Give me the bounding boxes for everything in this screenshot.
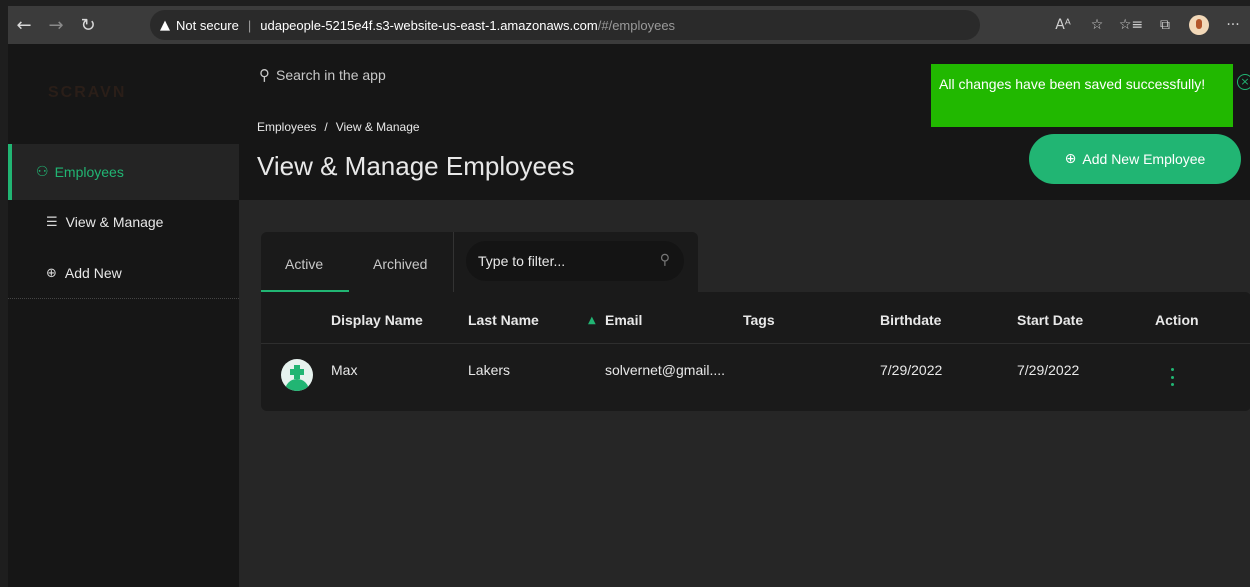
sidebar: SCRAVN ⚇ Employees ☰ View & Manage ⊕ Add… — [8, 44, 239, 587]
column-header-start-date[interactable]: Start Date — [1017, 312, 1083, 328]
cell-last-name: Lakers — [468, 362, 511, 378]
favorite-icon[interactable]: ☆ — [1080, 6, 1114, 44]
tab-divider — [453, 232, 454, 292]
cell-start-date: 7/29/2022 — [1017, 362, 1080, 378]
tab-archived[interactable]: Archived — [373, 256, 427, 272]
add-button-label: Add New Employee — [1082, 151, 1206, 167]
search-icon: ⚲ — [659, 252, 670, 268]
toast-message: All changes have been saved successfully… — [939, 76, 1206, 92]
page-header: ⚲ Search in the app Employees / View & Man… — [239, 44, 1250, 200]
column-header-email[interactable]: Email — [605, 312, 642, 328]
warning-icon: ▲ — [160, 17, 170, 33]
sidebar-item-employees[interactable]: ⚇ Employees — [8, 144, 239, 200]
read-aloud-icon[interactable]: Aᴬ — [1046, 6, 1080, 44]
cell-email: solvernet@gmail.... — [605, 362, 726, 378]
favorites-icon[interactable]: ☆≡ — [1114, 6, 1148, 44]
user-icon: ⚇ — [36, 164, 49, 180]
sidebar-item-add-new[interactable]: ⊕ Add New — [46, 265, 122, 281]
avatar — [1189, 15, 1209, 35]
header-divider — [261, 343, 1250, 344]
url-path: /#/employees — [597, 17, 676, 33]
back-icon[interactable]: ← — [8, 9, 40, 41]
column-header-tags[interactable]: Tags — [743, 312, 775, 328]
tabs-bar: Active Archived Type to filter... ⚲ — [261, 232, 698, 292]
page-title: View & Manage Employees — [257, 151, 575, 181]
sidebar-item-view-manage[interactable]: ☰ View & Manage — [46, 214, 163, 230]
breadcrumb-separator: / — [324, 120, 328, 134]
breadcrumb-employees[interactable]: Employees — [257, 120, 316, 134]
avatar — [281, 359, 313, 391]
sidebar-item-label: Add New — [64, 265, 122, 281]
browser-actions: Aᴬ ☆ ☆≡ ⧉ ··· — [1046, 6, 1250, 44]
search-icon: ⚲ — [259, 66, 270, 84]
sidebar-item-label: View & Manage — [65, 214, 164, 230]
plus-circle-icon: ⊕ — [1064, 151, 1077, 167]
not-secure-label: Not secure — [176, 17, 239, 33]
close-icon[interactable]: × — [1237, 74, 1250, 90]
address-bar[interactable]: ▲ Not secure | udapeople-5215e4f.s3-webs… — [150, 10, 980, 40]
cell-birthdate: 7/29/2022 — [880, 362, 943, 378]
sort-ascending-icon[interactable]: ▲ — [588, 315, 596, 326]
column-header-action: Action — [1155, 312, 1199, 328]
browser-toolbar: ← → ↻ ▲ Not secure | udapeople-5215e4f.s… — [8, 6, 1250, 44]
employees-table: Display Name Last Name ▲ Email Tags Birt… — [261, 292, 1250, 411]
profile-icon[interactable] — [1182, 6, 1216, 44]
column-header-display-name[interactable]: Display Name — [331, 312, 423, 328]
column-header-last-name[interactable]: Last Name — [468, 312, 539, 328]
url-host: udapeople-5215e4f.s3-website-us-east-1.a… — [260, 17, 598, 33]
app-search[interactable]: ⚲ Search in the app — [259, 66, 386, 84]
tab-active[interactable]: Active — [285, 256, 323, 272]
more-icon[interactable]: ··· — [1216, 6, 1250, 44]
url-separator: | — [247, 17, 252, 33]
column-header-birthdate[interactable]: Birthdate — [880, 312, 941, 328]
collections-icon[interactable]: ⧉ — [1148, 6, 1182, 44]
app-logo: SCRAVN — [48, 84, 127, 101]
refresh-icon[interactable]: ↻ — [72, 9, 104, 41]
success-toast: All changes have been saved successfully… — [931, 64, 1250, 127]
filter-input[interactable]: Type to filter... ⚲ — [466, 241, 684, 281]
breadcrumb: Employees / View & Manage — [257, 120, 420, 134]
row-actions-menu-icon[interactable] — [1171, 368, 1175, 386]
sidebar-item-label: Employees — [54, 164, 124, 180]
breadcrumb-view-manage: View & Manage — [335, 120, 420, 134]
sidebar-divider — [8, 298, 239, 299]
main-content: Active Archived Type to filter... ⚲ Disp… — [239, 200, 1250, 587]
plus-circle-icon: ⊕ — [46, 265, 57, 281]
search-input[interactable]: Search in the app — [276, 67, 386, 83]
active-indicator — [8, 144, 12, 200]
cell-display-name: Max — [331, 362, 358, 378]
forward-icon[interactable]: → — [40, 9, 72, 41]
list-icon: ☰ — [46, 214, 58, 230]
add-new-employee-button[interactable]: ⊕ Add New Employee — [1029, 134, 1241, 184]
filter-placeholder: Type to filter... — [478, 253, 566, 269]
